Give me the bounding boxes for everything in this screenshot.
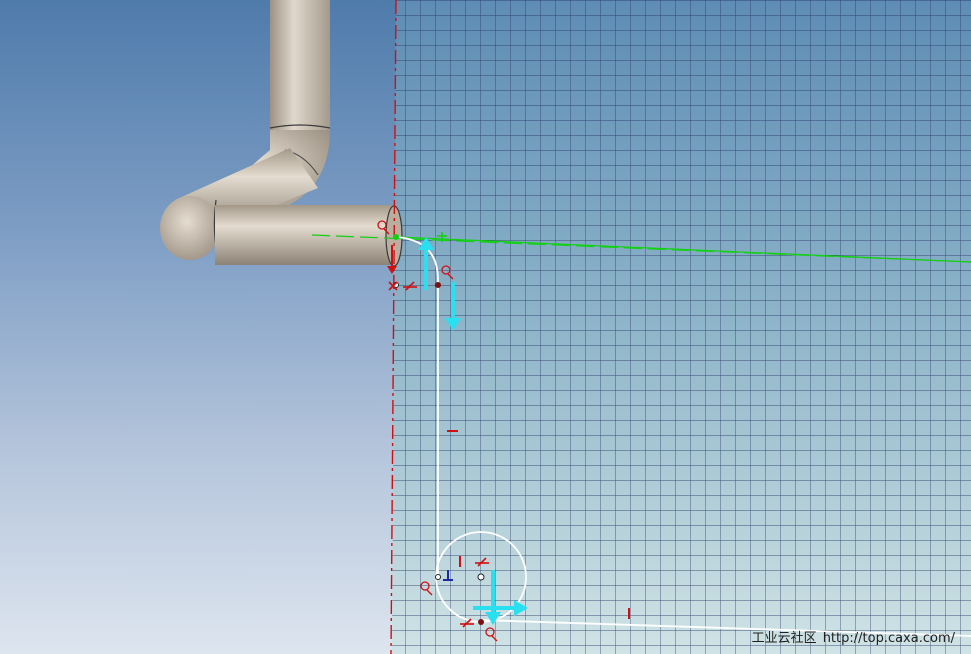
pipe-model[interactable]	[160, 0, 403, 267]
sketch-plane[interactable]	[392, 0, 971, 654]
3d-viewport[interactable]: 工业云社区 http://top.caxa.com/	[0, 0, 971, 654]
watermark-site-name: 工业云社区	[751, 631, 817, 646]
watermark-url: http://top.caxa.com/	[822, 631, 955, 646]
watermark: 工业云社区 http://top.caxa.com/	[752, 627, 955, 646]
scene-canvas[interactable]	[0, 0, 971, 654]
